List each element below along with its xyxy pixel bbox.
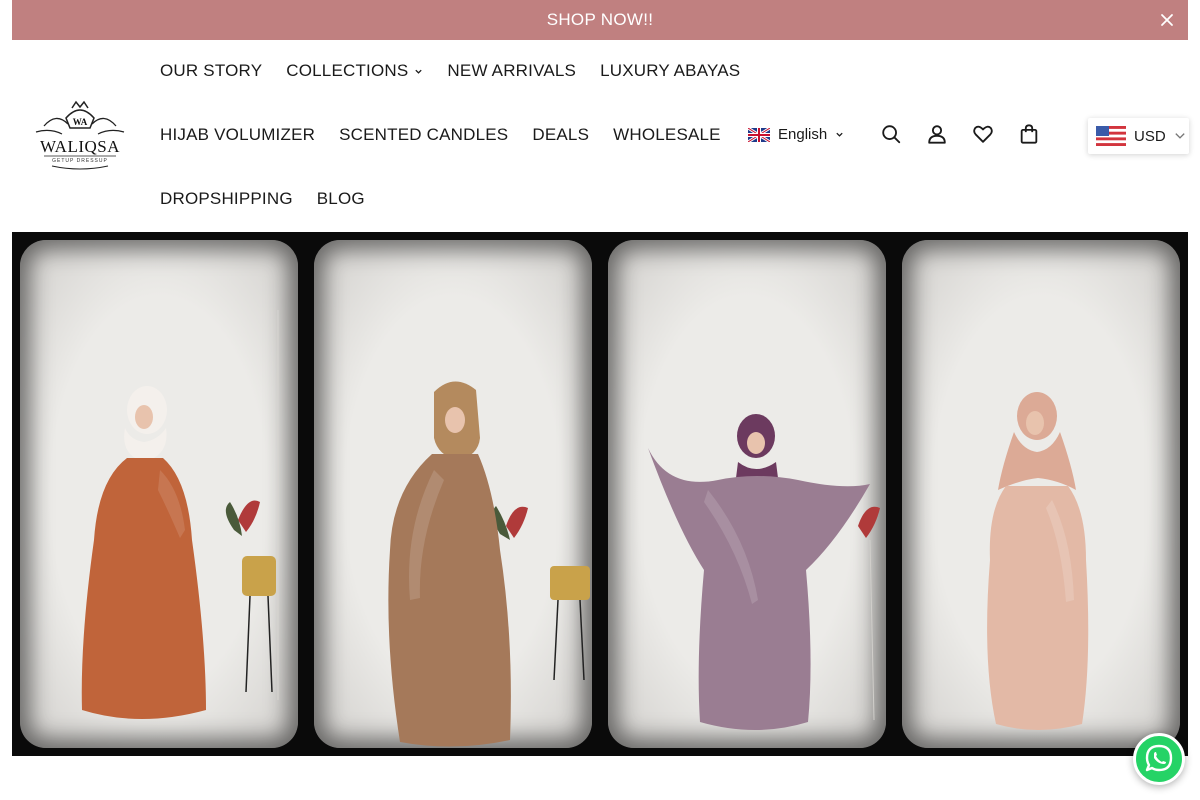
hero-banner[interactable] [12, 232, 1188, 756]
brand-logo[interactable]: WA WALIQSA GETUP DRESSUP [26, 98, 134, 172]
chevron-down-icon[interactable] [835, 130, 844, 139]
nav-item-blog[interactable]: BLOG [317, 189, 365, 209]
nav-item-deals[interactable]: DEALS [532, 125, 589, 145]
hero-panel[interactable] [608, 240, 886, 748]
wishlist-heart-icon[interactable] [972, 123, 994, 145]
close-icon[interactable] [1158, 11, 1176, 29]
nav-item-dropshipping[interactable]: DROPSHIPPING [160, 189, 293, 209]
uk-flag-icon [748, 127, 770, 142]
hero-panel[interactable] [20, 240, 298, 748]
hero-panel[interactable] [314, 240, 592, 748]
nav-item-hijab-volumizer[interactable]: HIJAB VOLUMIZER [160, 125, 315, 145]
language-selector[interactable]: English [748, 126, 844, 143]
nav-item-our-story[interactable]: OUR STORY [160, 61, 262, 81]
search-icon[interactable] [880, 123, 902, 145]
chevron-down-icon[interactable] [414, 67, 423, 76]
main-nav-row-1: OUR STORY COLLECTIONS NEW ARRIVALS LUXUR… [160, 61, 740, 81]
model-image [648, 414, 880, 730]
announcement-bar[interactable]: SHOP NOW!! [12, 0, 1188, 40]
language-label[interactable]: English [778, 126, 827, 143]
main-nav-row-2: HIJAB VOLUMIZER SCENTED CANDLES DEALS WH… [160, 125, 721, 145]
nav-item-scented-candles[interactable]: SCENTED CANDLES [339, 125, 508, 145]
brand-name: WALIQSA [40, 137, 120, 156]
nav-item-wholesale[interactable]: WHOLESALE [613, 125, 721, 145]
model-image [81, 310, 279, 719]
site-header: WA WALIQSA GETUP DRESSUP OUR STORY COLLE… [12, 40, 1188, 232]
currency-selector[interactable]: USD [1088, 118, 1189, 154]
svg-text:WA: WA [73, 117, 88, 127]
model-image [388, 381, 590, 747]
us-flag-icon [1096, 126, 1126, 146]
abaya-shape [81, 458, 206, 719]
chevron-down-icon[interactable] [1174, 130, 1186, 142]
model-image [987, 392, 1089, 730]
account-icon[interactable] [926, 123, 948, 145]
hero-panel[interactable] [902, 240, 1180, 748]
nav-item-luxury-abayas[interactable]: LUXURY ABAYAS [600, 61, 740, 81]
brand-tagline: GETUP DRESSUP [52, 158, 108, 164]
nav-item-collections[interactable]: COLLECTIONS [286, 61, 423, 81]
main-nav-row-3: DROPSHIPPING BLOG [160, 189, 365, 209]
announcement-text[interactable]: SHOP NOW!! [547, 10, 654, 30]
whatsapp-chat-button[interactable] [1133, 733, 1185, 785]
logo-crest-icon: WA [35, 100, 125, 135]
cart-bag-icon[interactable] [1018, 123, 1040, 145]
header-icons [880, 123, 1040, 145]
nav-item-new-arrivals[interactable]: NEW ARRIVALS [447, 61, 576, 81]
whatsapp-icon [1145, 744, 1173, 772]
currency-label[interactable]: USD [1134, 128, 1166, 145]
